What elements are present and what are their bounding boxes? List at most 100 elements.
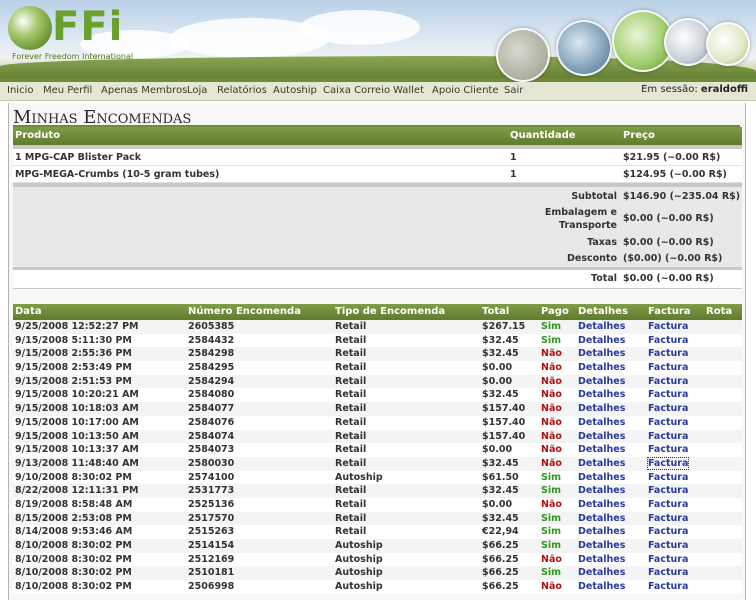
order-invoice-link[interactable]: Factura xyxy=(648,540,688,551)
order-details-link[interactable]: Detalhes xyxy=(578,499,625,510)
order-invoice-link[interactable]: Factura xyxy=(648,499,688,510)
order-details-link[interactable]: Detalhes xyxy=(578,417,625,428)
order-details-link[interactable]: Detalhes xyxy=(578,376,625,387)
subtotal-value: $146.90 (~235.04 R$) xyxy=(623,191,741,202)
order-type: Retail xyxy=(335,498,367,510)
order-invoice-link[interactable]: Factura xyxy=(648,362,688,373)
order-number: 2584294 xyxy=(188,375,235,387)
order-date: 9/15/2008 10:18:03 AM xyxy=(15,403,139,415)
order-date: 9/15/2008 5:11:30 PM xyxy=(15,334,132,346)
order-number: 2584074 xyxy=(188,430,235,442)
order-invoice-link[interactable]: Factura xyxy=(648,348,688,359)
cart-product: MPG-MEGA-Crumbs (10-5 gram tubes) xyxy=(15,169,220,180)
order-invoice-link[interactable]: Factura xyxy=(648,376,688,387)
order-date: 8/10/2008 8:30:02 PM xyxy=(15,581,132,593)
nav-item-apoio-cliente[interactable]: Apoio Cliente xyxy=(432,85,498,96)
order-invoice-link[interactable]: Factura xyxy=(648,472,688,483)
order-invoice-link[interactable]: Factura xyxy=(648,554,688,565)
order-total: $0.00 xyxy=(482,362,513,374)
order-invoice-link[interactable]: Factura xyxy=(648,444,688,455)
plant-photo-bubble xyxy=(706,22,750,66)
order-details-link[interactable]: Detalhes xyxy=(578,513,625,524)
order-date: 9/15/2008 10:17:00 AM xyxy=(15,416,139,428)
nav-item-relatorios[interactable]: Relatórios xyxy=(217,85,267,96)
order-total: $0.00 xyxy=(482,375,513,387)
order-date: 9/15/2008 2:55:36 PM xyxy=(15,348,132,360)
order-details-link[interactable]: Detalhes xyxy=(578,389,625,400)
order-number: 2584295 xyxy=(188,362,235,374)
nav-item-meu-perfil[interactable]: Meu Perfil xyxy=(43,85,92,96)
order-details-link[interactable]: Detalhes xyxy=(578,403,625,414)
order-invoice-link[interactable]: Factura xyxy=(648,485,688,496)
order-date: 9/15/2008 10:13:50 AM xyxy=(15,430,139,442)
order-row: 8/10/2008 8:30:02 PM 2514154 Autoship $66.2… xyxy=(13,539,742,553)
session-info: Em sessão: eraldoffi xyxy=(641,84,748,95)
car-photo-bubble xyxy=(496,28,550,82)
order-invoice-link[interactable]: Factura xyxy=(648,526,688,537)
nav-item-wallet[interactable]: Wallet xyxy=(393,85,424,96)
order-details-link[interactable]: Detalhes xyxy=(578,472,625,483)
logo-tagline: Forever Freedom International xyxy=(12,52,134,61)
nav-item-inicio[interactable]: Inicio xyxy=(7,85,33,96)
order-details-link[interactable]: Detalhes xyxy=(578,431,625,442)
cart-price: $124.95 (~0.00 R$) xyxy=(623,169,727,180)
order-type: Autoship xyxy=(335,471,383,483)
order-invoice-link[interactable]: Factura xyxy=(648,403,688,414)
order-invoice-link[interactable]: Factura xyxy=(646,456,690,470)
order-type: Retail xyxy=(335,430,367,442)
session-label: Em sessão: xyxy=(641,84,698,95)
order-paid-status: Não xyxy=(541,498,562,510)
order-invoice-link[interactable]: Factura xyxy=(648,417,688,428)
order-details-link[interactable]: Detalhes xyxy=(578,540,625,551)
order-total: $267.15 xyxy=(482,321,526,332)
order-paid-status: Não xyxy=(541,416,562,428)
order-number: 2584298 xyxy=(188,348,235,360)
order-paid-status: Não xyxy=(541,403,562,415)
cart-row: 1 MPG-CAP Blister Pack 1 $21.95 (~0.00 R… xyxy=(13,149,742,166)
nav-item-sair[interactable]: Sair xyxy=(504,85,523,96)
order-total: $157.40 xyxy=(482,416,526,428)
order-details-link[interactable]: Detalhes xyxy=(578,581,625,592)
order-details-link[interactable]: Detalhes xyxy=(578,362,625,373)
order-row: 9/25/2008 12:52:27 PM 2605385 Retail $267.1… xyxy=(13,320,742,334)
order-details-link[interactable]: Detalhes xyxy=(578,348,625,359)
site-banner: FFi Forever Freedom International xyxy=(0,0,756,82)
order-invoice-link[interactable]: Factura xyxy=(648,581,688,592)
nav-item-apenas-membros[interactable]: Apenas Membros xyxy=(101,85,187,96)
order-total: $66.25 xyxy=(482,567,519,579)
nav-item-caixa-correio[interactable]: Caixa Correio xyxy=(323,85,390,96)
cart-header-row: Produto Quantidade Preço xyxy=(13,127,742,145)
order-details-link[interactable]: Detalhes xyxy=(578,554,625,565)
nav-item-loja[interactable]: Loja xyxy=(187,85,207,96)
order-type: Retail xyxy=(335,334,367,346)
order-details-link[interactable]: Detalhes xyxy=(578,321,625,332)
order-details-link[interactable]: Detalhes xyxy=(578,567,625,578)
orders-body: 9/25/2008 12:52:27 PM 2605385 Retail $267.1… xyxy=(13,320,742,594)
mountain-photo-bubble xyxy=(556,20,612,76)
order-details-link[interactable]: Detalhes xyxy=(578,444,625,455)
order-invoice-link[interactable]: Factura xyxy=(648,567,688,578)
order-details-link[interactable]: Detalhes xyxy=(578,526,625,537)
order-row: 9/15/2008 10:13:37 AM 2584073 Retail $0.00 N… xyxy=(13,443,742,457)
people-photo-bubble xyxy=(664,18,712,66)
banner-cloud xyxy=(300,10,420,45)
order-number: 2506998 xyxy=(188,581,235,593)
order-invoice-link[interactable]: Factura xyxy=(648,431,688,442)
order-type: Autoship xyxy=(335,581,383,593)
order-details-link[interactable]: Detalhes xyxy=(578,485,625,496)
ffi-logo[interactable]: FFi Forever Freedom International xyxy=(8,4,168,64)
order-invoice-link[interactable]: Factura xyxy=(648,335,688,346)
orders-table: Data Número Encomenda Tipo de Encomenda … xyxy=(13,304,742,594)
order-invoice-link[interactable]: Factura xyxy=(648,513,688,524)
order-paid-status: Sim xyxy=(541,540,561,551)
order-invoice-link[interactable]: Factura xyxy=(648,321,688,332)
taxes-label: Taxas xyxy=(587,237,617,248)
order-total: $32.45 xyxy=(482,334,519,346)
order-invoice-link[interactable]: Factura xyxy=(648,389,688,400)
col-header-quantity: Quantidade xyxy=(510,130,576,141)
order-total: $32.45 xyxy=(482,485,519,497)
col-header-route: Rota xyxy=(706,306,733,317)
nav-item-autoship[interactable]: Autoship xyxy=(273,85,317,96)
order-details-link[interactable]: Detalhes xyxy=(578,335,625,346)
order-details-link[interactable]: Detalhes xyxy=(578,458,625,469)
